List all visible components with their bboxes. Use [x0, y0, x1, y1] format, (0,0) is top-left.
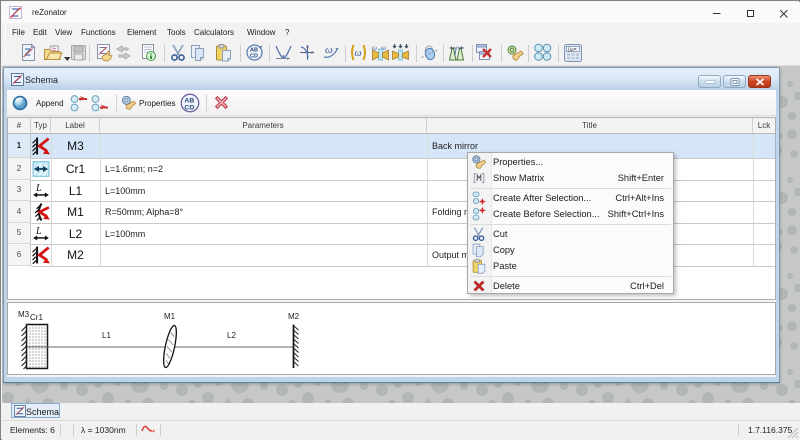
svg-text:M1: M1 [164, 312, 176, 321]
svg-text:ω: ω [355, 48, 362, 59]
svg-text:M2: M2 [288, 312, 300, 321]
svg-text:M3: M3 [18, 310, 30, 319]
svg-text:AB: AB [184, 97, 194, 104]
svg-text:L2: L2 [227, 331, 236, 340]
svg-text:Cr1: Cr1 [30, 313, 43, 322]
svg-text:(ω=: (ω= [568, 47, 577, 53]
svg-text:CD: CD [184, 104, 194, 111]
svg-text:ω: ω [325, 44, 333, 56]
svg-text:L1: L1 [102, 331, 111, 340]
svg-text:CD: CD [250, 54, 258, 60]
